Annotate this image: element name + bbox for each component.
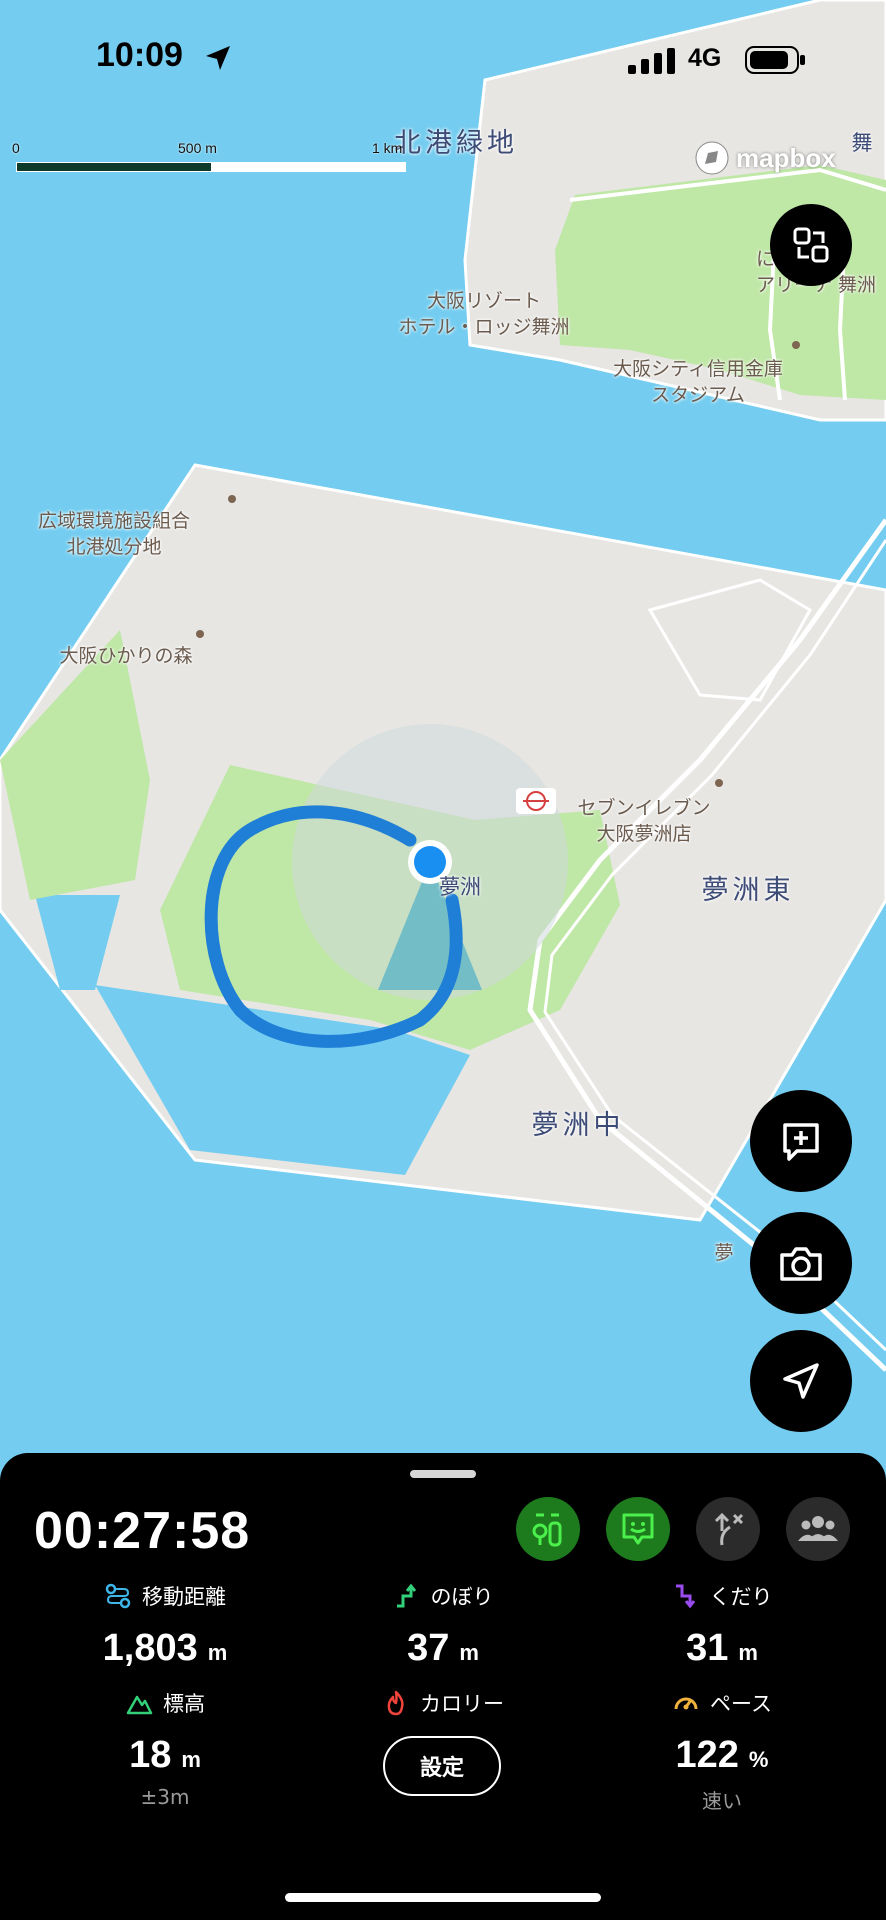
route-off-button[interactable] (696, 1497, 760, 1561)
map-label-stadium: 大阪シティ信用金庫 スタジアム (613, 358, 783, 406)
elapsed-time: 00:27:58 (34, 1502, 251, 1560)
camera-icon (780, 1247, 822, 1281)
map-label-resort-hotel: 大阪リゾート ホテル・ロッジ舞洲 (398, 290, 570, 338)
map-label-yume-partial: 夢 (714, 1242, 734, 1264)
stat-descent: くだり 31 m (582, 1581, 862, 1670)
speedometer-icon (674, 1697, 698, 1710)
map-label-yumeshima: 夢洲 (439, 875, 481, 899)
calorie-settings-button[interactable]: 設定 (383, 1736, 501, 1796)
distance-value: 1,803 (102, 1627, 198, 1669)
ascent-icon (396, 1583, 416, 1608)
map-label-hikari-forest: 大阪ひかりの森 (59, 645, 193, 667)
status-bar: 10:09 4G (0, 0, 886, 110)
descent-value: 31 (686, 1627, 729, 1669)
mountain-icon (126, 1695, 153, 1715)
group-button[interactable] (786, 1497, 850, 1561)
home-indicator[interactable] (285, 1893, 601, 1902)
status-time: 10:09 (96, 36, 183, 74)
add-memo-icon (783, 1123, 819, 1161)
altitude-unit: m (181, 1747, 201, 1772)
map-label-seven-eleven: セブンイレブン 大阪夢洲店 (577, 797, 711, 845)
descent-label: くだり (709, 1585, 773, 1609)
activity-panel: 00:27:58 移動距離 1,803 m のぼり 37 m くだり 31 m … (0, 1453, 886, 1920)
collapse-icon (793, 227, 829, 263)
location-arrow-icon (206, 46, 230, 70)
pace-status: 速い (702, 1789, 742, 1813)
ascent-label: のぼり (430, 1585, 494, 1609)
group-icon (798, 1516, 838, 1541)
distance-unit: m (207, 1640, 228, 1665)
altitude-value: 18 (129, 1734, 172, 1776)
map-label-mai-partial: 舞 (851, 131, 873, 155)
ascent-value: 37 (407, 1627, 450, 1669)
route-points-icon (105, 1583, 131, 1609)
battery-icon (745, 46, 805, 74)
map-label-disposal-site: 広域環境施設組合 北港処分地 (37, 510, 191, 558)
ascent-unit: m (459, 1640, 479, 1665)
stat-pace: ペース 122% 速い (582, 1688, 862, 1814)
smile-message-button[interactable] (606, 1497, 670, 1561)
signal-icon (628, 48, 675, 74)
route-off-icon (714, 1512, 744, 1546)
pace-label: ペース (710, 1692, 772, 1716)
mapbox-text: mapbox (736, 142, 836, 173)
stat-ascent: のぼり 37 m (303, 1581, 583, 1670)
distance-label: 移動距離 (142, 1585, 226, 1609)
scale-zero: 0 (12, 140, 20, 156)
map-scale: 0 500 m 1 km (12, 140, 414, 180)
pace-value: 122 (675, 1734, 739, 1776)
descent-icon (675, 1584, 695, 1609)
navigation-arrow-icon (783, 1363, 819, 1399)
add-memo-button[interactable] (750, 1090, 852, 1192)
panel-grabber[interactable] (410, 1470, 476, 1478)
altitude-accuracy: ±3m (140, 1785, 190, 1809)
trail-signs-button[interactable] (516, 1497, 580, 1561)
stat-distance: 移動距離 1,803 m (25, 1581, 305, 1670)
calories-label: カロリー (420, 1692, 504, 1716)
collapse-map-button[interactable] (770, 204, 852, 286)
pace-unit: % (748, 1747, 769, 1772)
mapbox-logo[interactable]: mapbox (694, 140, 836, 176)
descent-unit: m (738, 1640, 758, 1665)
map-label-yumeshima-higashi: 夢洲東 (701, 875, 795, 906)
altitude-label: 標高 (163, 1692, 205, 1716)
map-view[interactable] (0, 0, 886, 1460)
scale-max: 1 km (372, 140, 403, 156)
stat-calories: カロリー (303, 1688, 583, 1718)
trail-signs-icon (532, 1513, 562, 1547)
network-label: 4G (688, 44, 722, 72)
current-location-button[interactable] (750, 1330, 852, 1432)
smile-message-icon (622, 1513, 654, 1545)
stat-altitude: 標高 18 m ±3m (25, 1688, 305, 1809)
map-label-yumeshima-naka: 夢洲中 (531, 1110, 625, 1141)
camera-button[interactable] (750, 1212, 852, 1314)
flame-icon (387, 1690, 404, 1716)
mapbox-icon (695, 141, 729, 175)
scale-mid: 500 m (178, 140, 217, 156)
